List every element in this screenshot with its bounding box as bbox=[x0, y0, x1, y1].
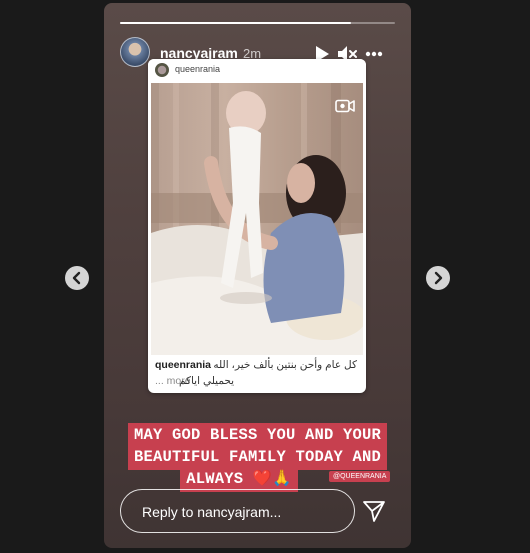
reply-placeholder: Reply to nancyajram... bbox=[142, 504, 282, 520]
caption-username[interactable]: queenrania bbox=[155, 358, 211, 373]
shared-post-avatar bbox=[155, 63, 169, 77]
video-camera-icon bbox=[335, 99, 355, 113]
mention-sticker[interactable]: @QUEENRANIA bbox=[329, 471, 391, 482]
photo-illustration bbox=[151, 83, 363, 355]
more-icon[interactable] bbox=[365, 51, 383, 57]
avatar[interactable] bbox=[120, 37, 150, 67]
chevron-left-icon bbox=[72, 271, 81, 285]
shared-post-photo[interactable] bbox=[151, 83, 363, 355]
story-progress-bar bbox=[120, 22, 395, 24]
shared-post-header: queenrania bbox=[148, 59, 366, 81]
send-icon[interactable] bbox=[362, 499, 386, 523]
reply-input[interactable]: Reply to nancyajram... bbox=[120, 489, 355, 533]
next-story-button[interactable] bbox=[426, 266, 450, 290]
caption-text-line-1: كل عام وأحن بنتين بألف خير، الله bbox=[213, 359, 357, 371]
shared-post-card[interactable]: queenrania queenrania كل عام وأحن بنتين … bbox=[148, 59, 366, 393]
story-progress-fill bbox=[120, 22, 351, 24]
story-viewer[interactable]: nancyajram 2m queenrania queenrania كل ع… bbox=[104, 3, 411, 548]
previous-story-button[interactable] bbox=[65, 266, 89, 290]
caption-text-line-2: يحميلي اياكم bbox=[179, 375, 235, 387]
chevron-right-icon bbox=[434, 271, 443, 285]
shared-post-username: queenrania bbox=[175, 64, 221, 74]
